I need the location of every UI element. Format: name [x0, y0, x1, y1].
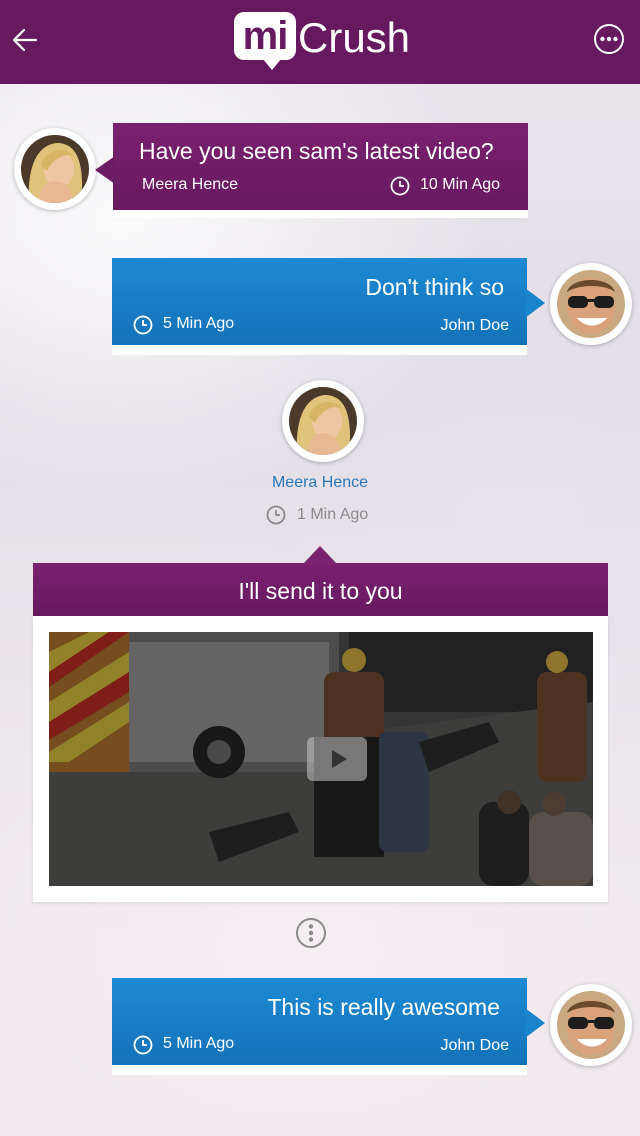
- sender-name: John Doe: [440, 317, 510, 334]
- top-bar: mi Crush: [0, 0, 640, 84]
- message-time: 10 Min Ago: [420, 176, 501, 193]
- clock-icon: [133, 315, 153, 335]
- sender-name: Meera Hence: [142, 176, 239, 193]
- video-panel: [33, 616, 608, 902]
- message-bubble-4[interactable]: This is really awesome 5 Min Ago John Do…: [112, 978, 545, 1075]
- clock-icon: [133, 1035, 153, 1055]
- more-vertical-icon[interactable]: [295, 917, 327, 949]
- message-time: 1 Min Ago: [297, 506, 369, 523]
- arrow-left-icon[interactable]: [10, 24, 42, 56]
- clock-icon: [390, 176, 410, 196]
- message-time: 5 Min Ago: [163, 315, 235, 332]
- message-time: 5 Min Ago: [163, 1035, 235, 1052]
- message-text: Have you seen sam's latest video?: [139, 138, 494, 164]
- avatar-meera-hence[interactable]: [14, 128, 96, 210]
- message-text: This is really awesome: [267, 994, 500, 1020]
- app-logo: mi Crush: [234, 12, 414, 74]
- logo-text: Crush: [298, 14, 411, 61]
- avatar-photo: [557, 270, 625, 338]
- avatar-photo: [557, 991, 625, 1059]
- sender-name: John Doe: [440, 1037, 510, 1054]
- avatar-john-doe[interactable]: [550, 984, 632, 1066]
- sender-name: Meera Hence: [271, 474, 369, 491]
- play-icon[interactable]: [307, 737, 367, 781]
- logo-badge: mi: [234, 12, 296, 60]
- message-text: I'll send it to you: [238, 578, 403, 604]
- logo-badge-tail: [262, 58, 282, 70]
- message-bubble-2[interactable]: Don't think so 5 Min Ago John Doe: [112, 258, 545, 355]
- avatar-meera-hence[interactable]: [282, 380, 364, 462]
- avatar-photo: [21, 135, 89, 203]
- more-horizontal-icon[interactable]: [593, 23, 625, 55]
- message-text: Don't think so: [365, 274, 504, 300]
- video-message-card: I'll send it to you: [33, 546, 608, 902]
- message-bubble-1[interactable]: Have you seen sam's latest video? Meera …: [95, 123, 528, 218]
- avatar-john-doe[interactable]: [550, 263, 632, 345]
- video-thumbnail[interactable]: [49, 632, 593, 886]
- video-caption-header: I'll send it to you: [33, 563, 608, 616]
- clock-icon: [266, 505, 286, 525]
- avatar-photo: [289, 387, 357, 455]
